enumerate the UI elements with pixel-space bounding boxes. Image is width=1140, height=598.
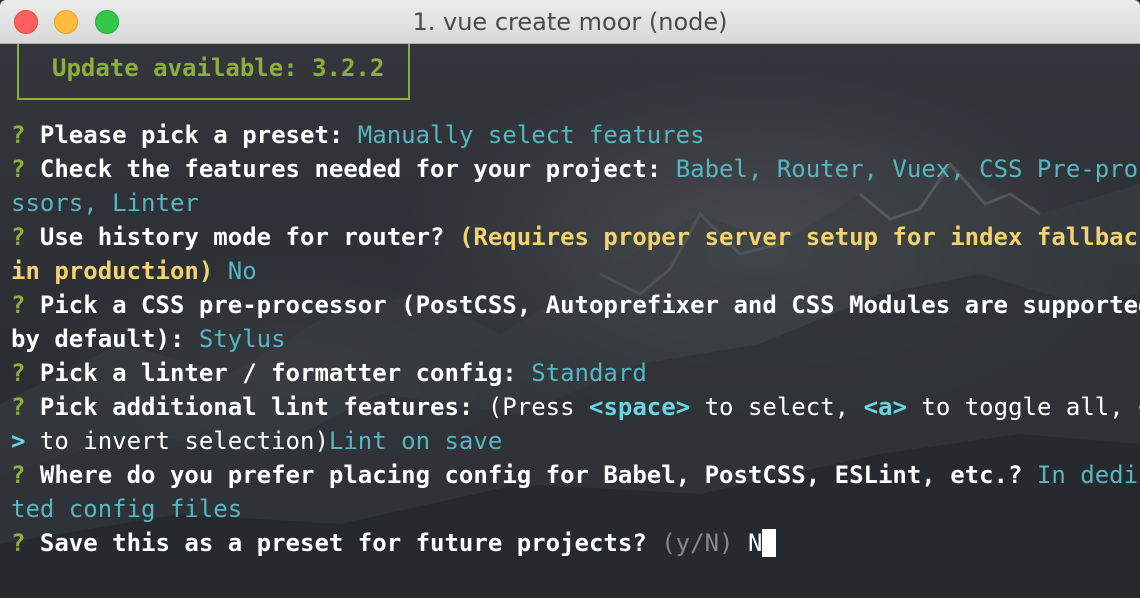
answer-text: ted config files xyxy=(11,495,243,523)
prompt-line-features: ? Check the features needed for your pro… xyxy=(11,152,1140,186)
question-text: by default): xyxy=(11,325,185,353)
default-hint: (y/N) xyxy=(661,529,734,557)
prompt-line-config: ? Where do you prefer placing config for… xyxy=(11,458,1140,492)
prompt-mark: ? xyxy=(11,529,26,557)
question-text: Please pick a preset: xyxy=(39,121,344,149)
answer-text: Stylus xyxy=(198,325,286,353)
question-text: Pick a linter / formatter config: xyxy=(39,359,517,387)
window-title: 1. vue create moor (node) xyxy=(412,8,728,36)
answer-text: ssors, Linter xyxy=(11,189,199,217)
update-notice-text: Update available: 3.2.2 xyxy=(52,54,385,82)
prompt-line-lint-features: ? Pick additional lint features: (Press … xyxy=(11,390,1140,424)
prompt-mark: ? xyxy=(11,393,26,421)
question-text: Where do you prefer placing config for B… xyxy=(39,461,1023,489)
hint-text: to select, xyxy=(704,393,850,421)
terminal-window: 1. vue create moor (node) Update availab… xyxy=(0,0,1140,598)
prompt-line-config-wrap: ted config files xyxy=(11,492,1136,526)
prompt-line-css: ? Pick a CSS pre-processor (PostCSS, Aut… xyxy=(11,288,1140,322)
prompt-line-history: ? Use history mode for router? (Requires… xyxy=(11,220,1140,254)
question-text: Save this as a preset for future project… xyxy=(39,529,647,557)
prompt-line-preset: ? Please pick a preset: Manually select … xyxy=(11,118,1136,152)
prompt-line-lint-features-wrap: > to invert selection)Lint on save xyxy=(11,424,1136,458)
prompt-line-save-preset: ? Save this as a preset for future proje… xyxy=(11,526,1136,560)
prompt-mark: ? xyxy=(11,291,26,319)
prompt-line-history-wrap: in production) No xyxy=(11,254,1136,288)
hint-text: (Press xyxy=(487,393,575,421)
prompt-mark: ? xyxy=(11,223,26,251)
answer-text: Lint on save xyxy=(328,427,503,455)
terminal-pane[interactable]: Update available: 3.2.2 ? Please pick a … xyxy=(0,44,1140,598)
question-text: Use history mode for router? xyxy=(39,223,445,251)
user-input[interactable]: N xyxy=(748,529,762,557)
hint-text: to invert selection) xyxy=(39,427,329,455)
key-hint: <space> xyxy=(589,393,691,421)
hint-text: to toggle all, xyxy=(921,393,1124,421)
answer-text: Standard xyxy=(531,359,647,387)
question-text: Pick additional lint features: xyxy=(39,393,474,421)
answer-text: No xyxy=(227,257,257,285)
prompt-mark: ? xyxy=(11,461,26,489)
prompt-mark: ? xyxy=(11,155,26,183)
prompt-mark: ? xyxy=(11,359,26,387)
note-text: in production) xyxy=(11,257,214,285)
prompt-mark: ? xyxy=(11,121,26,149)
text-cursor xyxy=(762,529,777,557)
terminal-output: ? Please pick a preset: Manually select … xyxy=(11,118,1140,560)
answer-text: In dedica xyxy=(1036,461,1140,489)
question-text: Check the features needed for your proje… xyxy=(39,155,662,183)
answer-text: Babel, Router, Vuex, CSS Pre-proce xyxy=(675,155,1140,183)
prompt-line-linter: ? Pick a linter / formatter config: Stan… xyxy=(11,356,1136,390)
prompt-line-features-wrap: ssors, Linter xyxy=(11,186,1136,220)
key-hint: <a> xyxy=(863,393,907,421)
answer-text: Manually select features xyxy=(357,121,705,149)
prompt-line-css-wrap: by default): Stylus xyxy=(11,322,1136,356)
key-hint: > xyxy=(11,427,26,455)
question-text: Pick a CSS pre-processor (PostCSS, Autop… xyxy=(39,291,1140,319)
title-bar: 1. vue create moor (node) xyxy=(0,0,1140,44)
note-text: (Requires proper server setup for index … xyxy=(458,223,1140,251)
